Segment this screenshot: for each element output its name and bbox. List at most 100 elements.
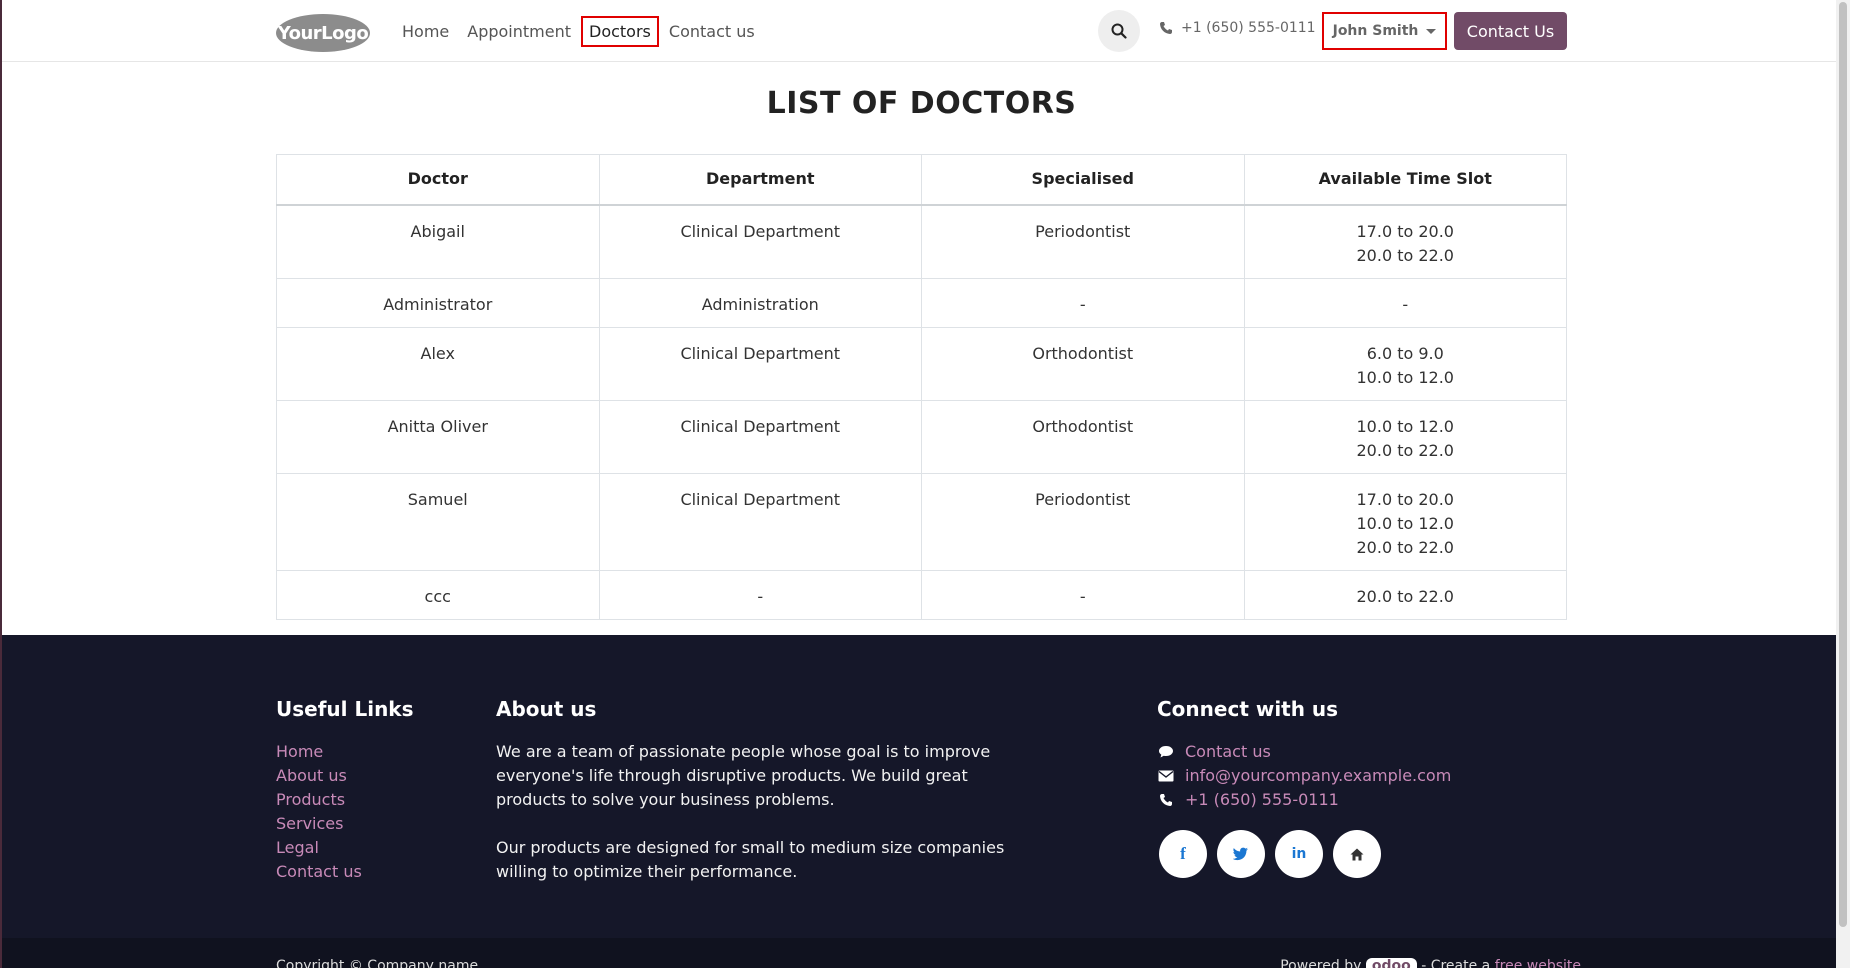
facebook-button[interactable]: f [1159, 830, 1207, 878]
list-item: Contact us [276, 860, 362, 884]
specialised-cell: - [921, 277, 1245, 328]
search-icon [1111, 23, 1127, 39]
time-slot-cell: 10.0 to 12.0 20.0 to 22.0 [1243, 399, 1567, 474]
time-slot: 10.0 to 12.0 [1356, 416, 1454, 436]
useful-links-title: Useful Links [276, 697, 414, 721]
nav-contact-us[interactable]: Contact us [661, 16, 763, 47]
about-us-text: We are a team of passionate people whose… [496, 740, 1016, 908]
table-row: Anitta Oliver Clinical Department Orthod… [276, 399, 1567, 474]
table-head: Doctor Department Specialised Available … [276, 154, 1567, 206]
footer-link-home[interactable]: Home [276, 742, 323, 761]
time-slot-cell: 20.0 to 22.0 [1243, 569, 1567, 620]
useful-links-list: Home About us Products Services Legal Co… [276, 740, 362, 884]
copyright-text: Copyright © Company name [276, 958, 479, 968]
browser-viewport: YourLogo Home Appointment Doctors Contac… [0, 0, 1850, 968]
list-item: Contact us [1157, 740, 1451, 764]
department-cell: - [598, 569, 922, 620]
doctor-cell: Anitta Oliver [276, 399, 600, 474]
time-slot-cell: 6.0 to 9.0 10.0 to 12.0 [1243, 326, 1567, 401]
specialised-cell: Periodontist [921, 472, 1245, 571]
odoo-badge[interactable]: odoo [1365, 958, 1417, 968]
list-item: Services [276, 812, 362, 836]
user-name: John Smith [1332, 23, 1419, 39]
time-slot-cell: 17.0 to 20.0 20.0 to 22.0 [1243, 204, 1567, 279]
user-menu-dropdown[interactable]: John Smith [1322, 12, 1447, 50]
vertical-scrollbar[interactable] [1836, 0, 1850, 968]
scrollbar-thumb[interactable] [1839, 2, 1847, 927]
footer-link-about-us[interactable]: About us [276, 766, 347, 785]
twitter-button[interactable] [1217, 830, 1265, 878]
footer-link-legal[interactable]: Legal [276, 838, 319, 857]
site-header: YourLogo Home Appointment Doctors Contac… [2, 0, 1836, 62]
envelope-icon [1157, 770, 1175, 782]
nav-doctors[interactable]: Doctors [581, 15, 659, 47]
table-row: Samuel Clinical Department Periodontist … [276, 472, 1567, 571]
nav-appointment[interactable]: Appointment [459, 16, 579, 47]
about-us-title: About us [496, 697, 597, 721]
doctor-cell: ccc [276, 569, 600, 620]
specialised-cell: Periodontist [921, 204, 1245, 279]
search-button[interactable] [1098, 10, 1140, 52]
time-slot: 20.0 to 22.0 [1356, 586, 1454, 606]
column-header-department: Department [598, 154, 922, 206]
time-slot: 10.0 to 12.0 [1356, 367, 1454, 387]
column-header-doctor: Doctor [276, 154, 600, 206]
home-icon [1350, 848, 1364, 860]
footer-link-contact-us[interactable]: Contact us [276, 862, 362, 881]
column-header-time-slot: Available Time Slot [1243, 154, 1567, 206]
free-website-link[interactable]: free website [1495, 958, 1581, 968]
logo-text: YourLogo [277, 22, 369, 44]
connect-email-link[interactable]: info@yourcompany.example.com [1185, 764, 1451, 788]
site-logo[interactable]: YourLogo [276, 14, 370, 52]
list-item: Legal [276, 836, 362, 860]
list-item: info@yourcompany.example.com [1157, 764, 1451, 788]
linkedin-icon: in [1291, 846, 1307, 862]
time-slot: 20.0 to 22.0 [1356, 440, 1454, 460]
twitter-icon [1233, 847, 1248, 861]
linkedin-button[interactable]: in [1275, 830, 1323, 878]
time-slot-cell: 17.0 to 20.0 10.0 to 12.0 20.0 to 22.0 [1243, 472, 1567, 571]
contact-us-button[interactable]: Contact Us [1454, 12, 1567, 50]
header-phone-number: +1 (650) 555-0111 [1181, 20, 1316, 36]
contact-us-button-label: Contact Us [1466, 21, 1555, 41]
header-phone[interactable]: +1 (650) 555-0111 [1159, 20, 1316, 36]
comment-icon [1157, 745, 1175, 759]
create-text: - Create a [1421, 958, 1491, 968]
list-item: Home [276, 740, 362, 764]
doctors-table: Doctor Department Specialised Available … [276, 154, 1567, 620]
connect-phone-link[interactable]: +1 (650) 555-0111 [1185, 788, 1339, 812]
doctor-cell: Administrator [276, 277, 600, 328]
time-slot-cell: - [1243, 277, 1567, 328]
time-slot: - [1402, 294, 1409, 314]
table-header-row: Doctor Department Specialised Available … [276, 154, 1567, 206]
time-slot: 20.0 to 22.0 [1356, 245, 1454, 265]
time-slot: 10.0 to 12.0 [1356, 513, 1454, 533]
footer-link-services[interactable]: Services [276, 814, 343, 833]
nav-home[interactable]: Home [394, 16, 457, 47]
time-slot: 17.0 to 20.0 [1356, 221, 1454, 241]
connect-contact-link[interactable]: Contact us [1185, 740, 1271, 764]
doctor-cell: Alex [276, 326, 600, 401]
doctor-cell: Samuel [276, 472, 600, 571]
powered-by: Powered by odoo - Create a free website [1280, 958, 1581, 968]
specialised-cell: - [921, 569, 1245, 620]
time-slot: 20.0 to 22.0 [1356, 537, 1454, 557]
caret-down-icon [1426, 28, 1437, 34]
department-cell: Clinical Department [598, 326, 922, 401]
footer-link-products[interactable]: Products [276, 790, 345, 809]
department-cell: Clinical Department [598, 204, 922, 279]
about-paragraph: We are a team of passionate people whose… [496, 742, 991, 809]
specialised-cell: Orthodontist [921, 326, 1245, 401]
list-item: Products [276, 788, 362, 812]
main-nav: Home Appointment Doctors Contact us [394, 13, 765, 49]
facebook-icon: f [1180, 844, 1186, 863]
table-row: ccc - - 20.0 to 22.0 [276, 569, 1567, 620]
time-slot: 17.0 to 20.0 [1356, 489, 1454, 509]
table-row: Administrator Administration - - [276, 277, 1567, 328]
about-paragraph: Our products are designed for small to m… [496, 838, 1005, 881]
time-slot: 6.0 to 9.0 [1366, 343, 1444, 363]
powered-by-label: Powered by [1280, 958, 1362, 968]
phone-icon [1157, 793, 1175, 807]
home-button[interactable] [1333, 830, 1381, 878]
table-row: Abigail Clinical Department Periodontist… [276, 204, 1567, 279]
